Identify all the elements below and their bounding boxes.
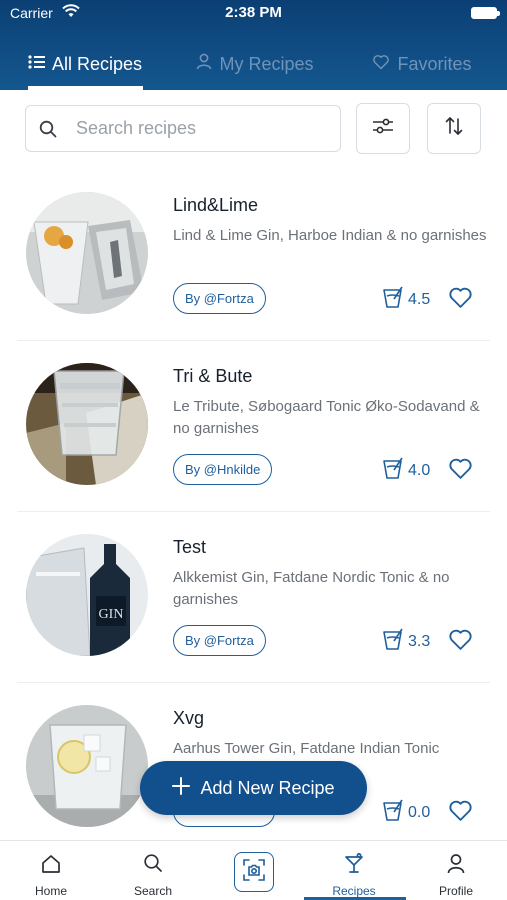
recipe-rating: 3.3 <box>382 627 430 656</box>
favorite-heart-icon[interactable] <box>448 457 473 485</box>
author-badge[interactable]: By @Fortza <box>173 625 266 656</box>
favorite-heart-icon[interactable] <box>448 286 473 314</box>
author-badge[interactable]: By @Hnkilde <box>173 454 273 485</box>
nav-profile[interactable]: Profile <box>406 841 506 900</box>
tab-label: My Recipes <box>219 53 314 74</box>
cocktail-glass-icon <box>382 798 404 827</box>
sort-arrows-icon <box>445 116 463 141</box>
header: Carrier 2:38 PM All Recipes My Recipes F… <box>0 0 507 90</box>
recipe-card[interactable]: Lind&Lime Lind & Lime Gin, Harboe Indian… <box>0 170 507 341</box>
nav-recipes[interactable]: Recipes <box>304 841 404 900</box>
recipe-tabs: All Recipes My Recipes Favorites <box>0 38 507 90</box>
sliders-icon <box>372 116 394 141</box>
profile-icon <box>406 853 506 875</box>
recipe-photo <box>26 363 148 485</box>
recipe-description: Le Tribute, Søbogaard Tonic Øko-Sodavand… <box>173 398 480 437</box>
nav-home[interactable]: Home <box>1 841 101 900</box>
heart-icon <box>372 54 390 75</box>
cocktail-glass-icon <box>382 456 404 485</box>
camera-scan-icon <box>242 858 266 887</box>
cocktail-glass-icon <box>382 627 404 656</box>
fab-label: Add New Recipe <box>200 777 335 798</box>
rating-value: 4.0 <box>408 461 431 479</box>
nav-label: Home <box>34 884 67 898</box>
recipe-photo <box>26 192 148 314</box>
recipe-title: Test <box>173 537 207 557</box>
plus-icon <box>172 776 191 800</box>
author-badge[interactable]: By @Fortza <box>173 283 266 314</box>
cocktail-glass-icon <box>304 853 404 875</box>
recipe-rating: 4.0 <box>382 456 430 485</box>
bottom-nav: Home Search Recipes Profile <box>0 840 507 900</box>
tab-all-recipes[interactable]: All Recipes <box>26 38 144 90</box>
search-box[interactable] <box>25 105 341 152</box>
sort-button[interactable] <box>427 103 481 154</box>
recipe-description: Lind & Lime Gin, Harboe Indian & no garn… <box>173 227 487 244</box>
nav-label: Recipes <box>332 884 376 898</box>
tab-label: Favorites <box>397 53 472 74</box>
recipe-list: Lind&Lime Lind & Lime Gin, Harboe Indian… <box>0 170 507 840</box>
recipe-rating: 0.0 <box>382 798 430 827</box>
home-icon <box>1 853 101 875</box>
filter-button[interactable] <box>356 103 410 154</box>
nav-scan-button[interactable] <box>234 852 274 892</box>
search-icon <box>103 853 203 873</box>
battery-icon <box>471 7 500 19</box>
rating-value: 4.5 <box>408 290 431 308</box>
nav-label: Profile <box>438 884 473 898</box>
recipe-photo: GIN <box>26 534 148 656</box>
search-icon <box>39 120 57 138</box>
search-input[interactable] <box>76 118 316 139</box>
status-time: 2:38 PM <box>225 4 282 21</box>
rating-value: 0.0 <box>408 803 431 821</box>
recipe-photo <box>26 705 148 827</box>
favorite-heart-icon[interactable] <box>448 628 473 656</box>
app-root: Carrier 2:38 PM All Recipes My Recipes F… <box>0 0 507 900</box>
list-icon <box>28 54 45 75</box>
tab-favorites[interactable]: Favorites <box>370 38 474 90</box>
nav-search[interactable]: Search <box>103 841 203 900</box>
recipe-title: Xvg <box>173 708 205 728</box>
recipe-description: Alkkemist Gin, Fatdane Nordic Tonic & no… <box>173 569 450 608</box>
recipe-rating: 4.5 <box>382 285 430 314</box>
tab-my-recipes[interactable]: My Recipes <box>190 38 320 90</box>
recipe-title: Tri & Bute <box>173 366 253 386</box>
recipe-description: Aarhus Tower Gin, Fatdane Indian Tonic <box>173 740 440 757</box>
recipe-card[interactable]: GIN Test Alkkemist Gin, Fatdane Nordic T… <box>0 512 507 683</box>
recipe-title: Lind&Lime <box>173 195 259 215</box>
active-tab-indicator <box>28 86 143 90</box>
add-new-recipe-button[interactable]: Add New Recipe <box>140 761 367 815</box>
rating-value: 3.3 <box>408 632 431 650</box>
status-bar: Carrier 2:38 PM <box>0 0 507 26</box>
tab-label: All Recipes <box>51 53 143 74</box>
svg-text:GIN: GIN <box>99 607 124 622</box>
cocktail-glass-icon <box>382 285 404 314</box>
recipe-card[interactable]: Tri & Bute Le Tribute, Søbogaard Tonic Ø… <box>0 341 507 512</box>
nav-label: Search <box>133 884 173 898</box>
user-icon <box>196 53 212 75</box>
favorite-heart-icon[interactable] <box>448 799 473 827</box>
